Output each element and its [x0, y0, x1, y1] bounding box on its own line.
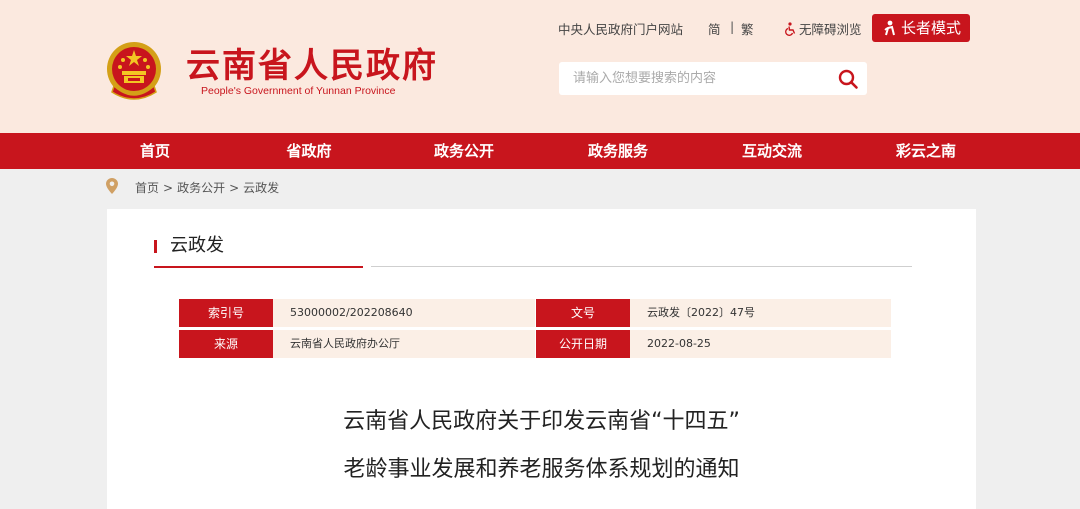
breadcrumb-separator: > [229, 181, 240, 195]
national-emblem-icon[interactable] [104, 40, 164, 102]
search-icon[interactable] [837, 68, 859, 90]
meta-doc-no-label: 文号 [536, 299, 636, 327]
site-title[interactable]: 云南省人民政府 [186, 46, 438, 86]
document-title-line-2: 老龄事业发展和养老服务体系规划的通知 [343, 457, 740, 482]
section-title-text: 云政发 [170, 235, 224, 256]
section-title-marker [154, 240, 157, 253]
meta-date-label-text: 公开日期 [558, 337, 607, 351]
meta-index-value: 53000002/202208640 [273, 299, 535, 327]
elder-person-icon [884, 20, 895, 36]
language-separator: | [730, 19, 735, 34]
meta-source-value: 云南省人民政府办公厅 [273, 330, 535, 358]
meta-date-value: 2022-08-25 [630, 330, 891, 358]
section-divider [371, 266, 912, 267]
elder-mode-button[interactable]: 长者模式 [872, 14, 970, 42]
central-portal-link[interactable]: 中央人民政府门户网站 [558, 19, 683, 38]
nav-item-colorful-yunnan[interactable]: 彩云之南 [896, 133, 956, 169]
simplified-chinese-link[interactable]: 简 [708, 19, 721, 38]
breadcrumb-yunzhengfa[interactable]: 云政发 [243, 181, 279, 195]
section-title-underline [154, 266, 363, 268]
meta-index-label: 索引号 [179, 299, 279, 327]
document-title-line-1: 云南省人民政府关于印发云南省“十四五” [343, 409, 740, 434]
elder-mode-label: 长者模式 [901, 19, 962, 37]
breadcrumb-separator: > [163, 181, 174, 195]
meta-date-label: 公开日期 [536, 330, 636, 358]
wheelchair-icon [785, 22, 796, 36]
meta-source-label: 来源 [179, 330, 279, 358]
breadcrumb-gov-disclosure[interactable]: 政务公开 [177, 181, 225, 195]
meta-doc-no-value: 云政发〔2022〕47号 [630, 299, 891, 327]
content-card: 云政发 索引号 53000002/202208640 文号 云政发〔2022〕4… [107, 209, 976, 509]
meta-source-label-text: 来源 [213, 337, 238, 351]
nav-item-provincial-government[interactable]: 省政府 [286, 133, 331, 169]
nav-item-government-affairs-disclosure[interactable]: 政务公开 [434, 133, 494, 169]
breadcrumb-home[interactable]: 首页 [135, 181, 159, 195]
search-box [559, 62, 867, 95]
nav-item-interaction[interactable]: 互动交流 [742, 133, 802, 169]
main-nav: 首页 省政府 政务公开 政务服务 互动交流 彩云之南 [0, 133, 1080, 169]
nav-item-home[interactable]: 首页 [140, 133, 170, 169]
search-input[interactable] [559, 62, 833, 95]
meta-doc-no-label-text: 文号 [570, 306, 595, 320]
meta-index-label-text: 索引号 [207, 306, 244, 320]
document-meta-table: 索引号 53000002/202208640 文号 云政发〔2022〕47号 来… [179, 299, 891, 358]
accessibility-label: 无障碍浏览 [799, 22, 862, 37]
traditional-chinese-link[interactable]: 繁 [741, 19, 754, 38]
location-pin-icon [106, 178, 118, 194]
nav-item-government-services[interactable]: 政务服务 [588, 133, 648, 169]
site-header: 云南省人民政府 People's Government of Yunnan Pr… [0, 0, 1080, 133]
site-subtitle: People's Government of Yunnan Province [201, 85, 396, 97]
breadcrumb-items: 首页 > 政务公开 > 云政发 [135, 179, 279, 196]
accessibility-link[interactable]: 无障碍浏览 [784, 19, 862, 38]
